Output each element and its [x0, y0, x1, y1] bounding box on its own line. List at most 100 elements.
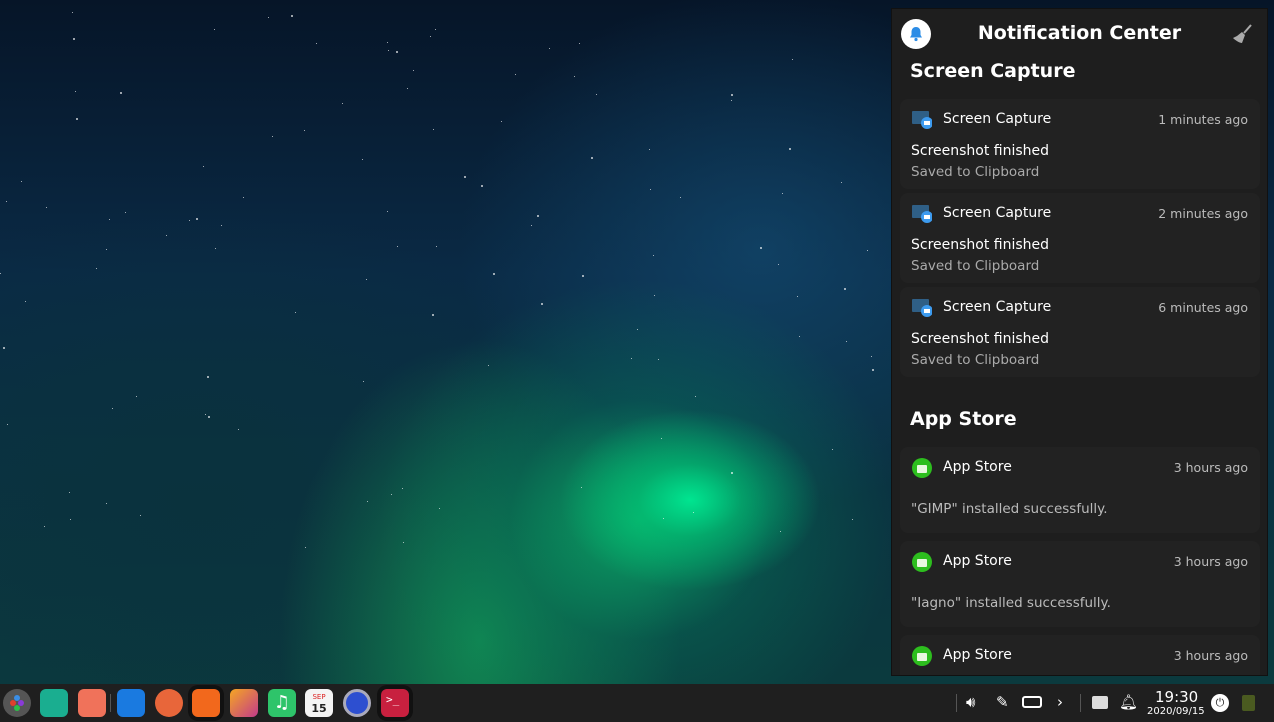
clock-time[interactable]: 19:30	[1155, 688, 1198, 706]
star	[166, 234, 168, 236]
file-manager-icon[interactable]	[40, 689, 68, 717]
star	[189, 220, 191, 222]
notification-app-name: App Store	[943, 459, 1012, 475]
star	[730, 99, 732, 101]
star	[797, 295, 799, 297]
pen-icon[interactable]: ✎	[996, 693, 1009, 711]
notification-time: 2 minutes ago	[1158, 206, 1248, 221]
notification-app-name: Screen Capture	[943, 111, 1052, 127]
screen-capture-app-icon	[912, 110, 933, 130]
image-viewer-icon[interactable]	[230, 689, 258, 717]
notification-bell-icon[interactable]: 🔔︎	[1119, 693, 1138, 711]
star	[396, 246, 398, 247]
star	[242, 197, 244, 199]
star	[365, 278, 367, 280]
notification-time: 3 hours ago	[1173, 648, 1248, 663]
star	[361, 159, 363, 161]
volume-icon[interactable]: 🔊︎	[966, 693, 975, 711]
star	[386, 211, 388, 213]
star	[196, 218, 199, 221]
star	[536, 215, 539, 218]
star	[657, 358, 659, 360]
power-icon[interactable]: ⏻	[1211, 694, 1229, 712]
star	[780, 530, 782, 532]
star	[652, 255, 654, 257]
group-title: App Store	[910, 408, 1017, 430]
app-store-app-icon	[912, 646, 932, 666]
terminal-icon[interactable]: >_	[381, 689, 409, 717]
trash-icon[interactable]	[1242, 695, 1255, 711]
notification-summary: Screenshot finished	[911, 237, 1050, 253]
notification-card[interactable]: App Store 3 hours ago "GIMP" installed suc…	[900, 447, 1260, 533]
star	[6, 201, 8, 203]
notification-card[interactable]: App Store 3 hours ago	[900, 635, 1260, 675]
panel-title: Notification Center	[977, 22, 1182, 44]
star	[412, 70, 414, 72]
panel-header: Notification Center	[892, 9, 1267, 59]
notification-card[interactable]: Screen Capture 2 minutes ago Screenshot fi…	[900, 193, 1260, 283]
launcher-icon[interactable]	[3, 689, 31, 717]
screen-capture-app-icon	[912, 204, 933, 224]
star	[798, 335, 800, 337]
star	[362, 381, 364, 383]
star	[25, 300, 27, 302]
notification-card[interactable]: Screen Capture 6 minutes ago Screenshot fi…	[900, 287, 1260, 377]
battery-power-icon[interactable]	[1022, 696, 1042, 708]
star	[204, 414, 206, 416]
app-store-app-icon	[912, 458, 932, 478]
star	[403, 541, 405, 543]
star	[367, 500, 369, 502]
star	[781, 192, 783, 194]
star	[387, 42, 389, 44]
group-title: Screen Capture	[910, 60, 1076, 82]
star	[578, 42, 580, 44]
control-center-gear-icon[interactable]	[343, 689, 371, 717]
calendar-month: SEP	[312, 693, 326, 701]
keyboard-icon[interactable]	[1092, 696, 1108, 709]
notification-app-name: App Store	[943, 553, 1012, 569]
star	[316, 43, 318, 45]
star	[140, 515, 142, 517]
notification-card[interactable]: App Store 3 hours ago "Iagno" installed su…	[900, 541, 1260, 627]
notification-time: 3 hours ago	[1173, 554, 1248, 569]
multitasking-icon[interactable]	[78, 689, 106, 717]
star	[401, 488, 403, 490]
notification-summary: Screenshot finished	[911, 143, 1050, 159]
star	[591, 157, 594, 160]
calendar-icon[interactable]: SEP 15	[305, 689, 333, 717]
clear-all-broom-icon[interactable]	[1231, 23, 1253, 45]
star	[75, 117, 78, 120]
star	[135, 395, 137, 397]
notification-body: "GIMP" installed successfully.	[911, 501, 1108, 517]
star	[124, 211, 126, 213]
app-store-icon[interactable]	[192, 689, 220, 717]
star	[70, 518, 72, 520]
taskbar: ♫ SEP 15 >_ 🔊︎ ✎ › 🔔︎ 19:30 2020/09/15 ⏻	[0, 684, 1274, 722]
star	[574, 76, 576, 78]
star	[303, 129, 305, 131]
notification-card[interactable]: Screen Capture 1 minutes ago Screenshot fi…	[900, 99, 1260, 189]
star	[95, 267, 97, 269]
star	[214, 28, 216, 30]
star	[871, 355, 873, 357]
star	[648, 149, 650, 151]
star	[637, 329, 639, 331]
star	[730, 94, 733, 97]
music-icon[interactable]: ♫	[268, 689, 296, 717]
notification-app-name: Screen Capture	[943, 205, 1052, 221]
star	[109, 218, 110, 220]
notification-summary: Screenshot finished	[911, 331, 1050, 347]
clock-date[interactable]: 2020/09/15	[1147, 706, 1205, 717]
firefox-icon[interactable]	[155, 689, 183, 717]
star	[0, 272, 2, 274]
star	[846, 341, 848, 343]
star	[481, 185, 484, 188]
expand-tray-chevron-icon[interactable]: ›	[1057, 693, 1063, 711]
app-store-helper-icon[interactable]	[117, 689, 145, 717]
star	[237, 429, 239, 431]
star	[434, 29, 436, 31]
notification-body: "Iagno" installed successfully.	[911, 595, 1111, 611]
star	[464, 176, 467, 179]
star	[106, 248, 108, 250]
notification-body: Saved to Clipboard	[911, 352, 1040, 368]
